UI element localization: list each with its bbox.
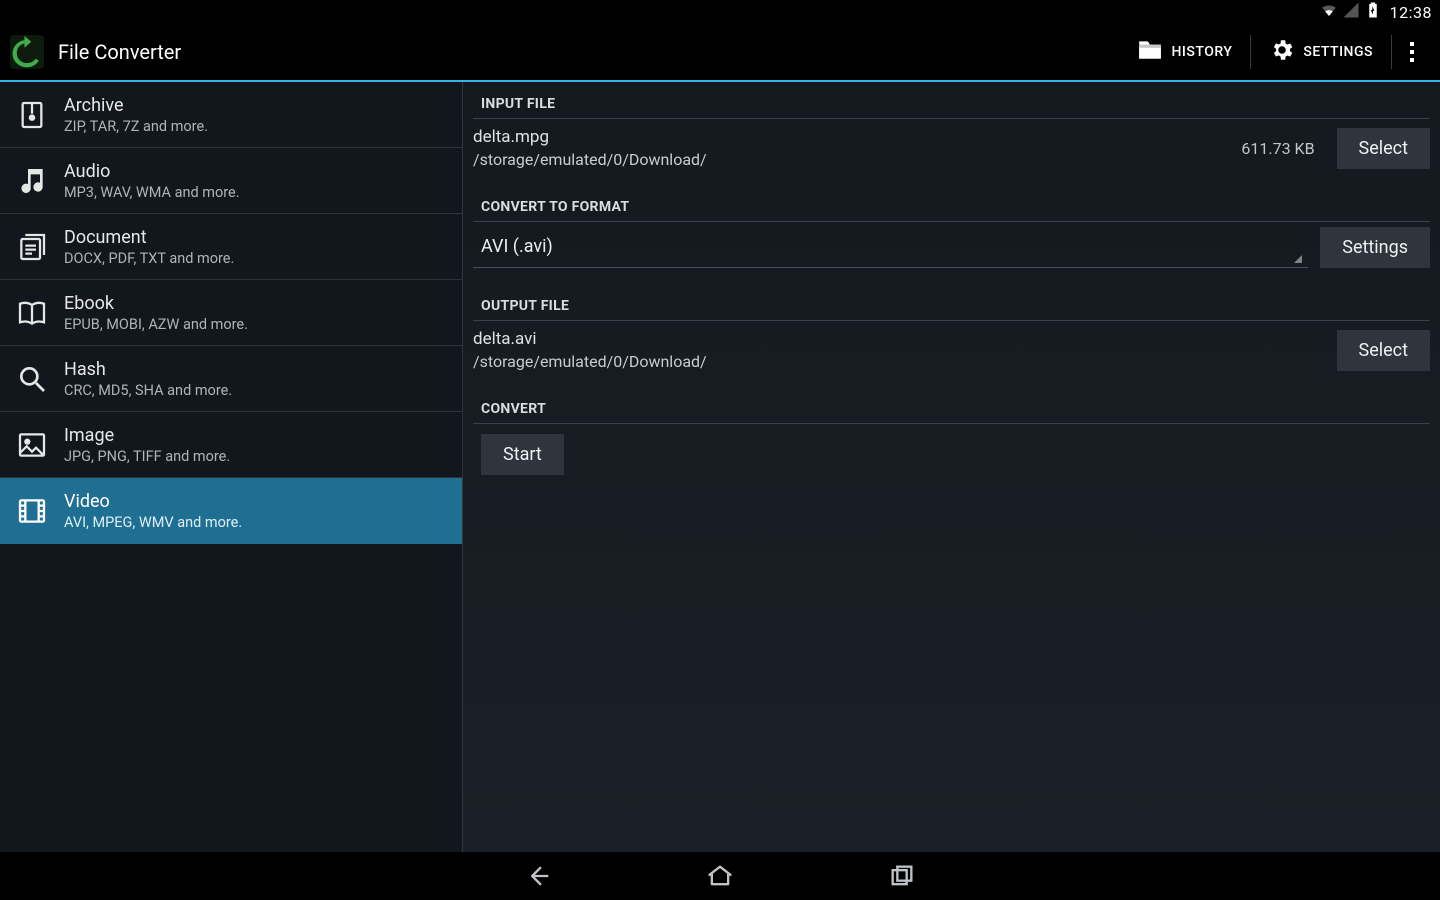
- overflow-menu-button[interactable]: [1392, 23, 1432, 81]
- sidebar-item-label: Video: [64, 491, 242, 512]
- sidebar-item-label: Document: [64, 227, 234, 248]
- main-content: INPUT FILE delta.mpg /storage/emulated/0…: [463, 82, 1440, 852]
- history-button[interactable]: HISTORY: [1119, 23, 1250, 81]
- sidebar-item-hash[interactable]: Hash CRC, MD5, SHA and more.: [0, 346, 462, 412]
- output-file-info: delta.avi /storage/emulated/0/Download/: [473, 329, 1325, 371]
- android-nav-bar: [0, 852, 1440, 900]
- format-row: AVI (.avi) Settings: [473, 224, 1430, 284]
- input-select-button[interactable]: Select: [1337, 128, 1430, 169]
- section-header-format: CONVERT TO FORMAT: [473, 185, 1430, 222]
- sidebar-item-sub: ZIP, TAR, 7Z and more.: [64, 118, 208, 135]
- output-file-row: delta.avi /storage/emulated/0/Download/ …: [473, 323, 1430, 387]
- gear-icon: [1269, 37, 1295, 67]
- input-file-size: 611.73 KB: [1241, 139, 1324, 158]
- sidebar-item-label: Ebook: [64, 293, 248, 314]
- cell-signal-icon: [1342, 1, 1360, 23]
- section-header-convert: CONVERT: [473, 387, 1430, 424]
- sidebar-item-video[interactable]: Video AVI, MPEG, WMV and more.: [0, 478, 462, 544]
- app-title: File Converter: [58, 40, 181, 64]
- sidebar-item-label: Archive: [64, 95, 208, 116]
- convert-row: Start: [473, 426, 1430, 475]
- input-file-name: delta.mpg: [473, 127, 1229, 147]
- format-settings-button[interactable]: Settings: [1320, 227, 1430, 268]
- output-file-path: /storage/emulated/0/Download/: [473, 352, 1325, 371]
- music-note-icon: [14, 163, 50, 199]
- settings-label: SETTINGS: [1303, 44, 1373, 60]
- status-bar: 12:38: [0, 0, 1440, 24]
- app-logo: [8, 33, 46, 71]
- section-header-input: INPUT FILE: [473, 82, 1430, 119]
- book-icon: [14, 295, 50, 331]
- format-value: AVI (.avi): [481, 236, 553, 257]
- nav-back-button[interactable]: [517, 855, 559, 897]
- sidebar-item-sub: JPG, PNG, TIFF and more.: [64, 448, 230, 465]
- section-header-output: OUTPUT FILE: [473, 284, 1430, 321]
- sidebar-item-archive[interactable]: Archive ZIP, TAR, 7Z and more.: [0, 82, 462, 148]
- document-stack-icon: [14, 229, 50, 265]
- wifi-icon: [1320, 1, 1338, 23]
- status-clock: 12:38: [1390, 3, 1432, 22]
- sidebar-item-sub: CRC, MD5, SHA and more.: [64, 382, 232, 399]
- settings-button[interactable]: SETTINGS: [1251, 23, 1391, 81]
- input-file-row: delta.mpg /storage/emulated/0/Download/ …: [473, 121, 1430, 185]
- sidebar-item-audio[interactable]: Audio MP3, WAV, WMA and more.: [0, 148, 462, 214]
- overflow-icon: [1410, 42, 1414, 62]
- battery-charging-icon: [1364, 1, 1382, 23]
- format-spinner[interactable]: AVI (.avi): [473, 226, 1308, 268]
- folder-icon: [1137, 37, 1163, 67]
- image-icon: [14, 427, 50, 463]
- category-sidebar: Archive ZIP, TAR, 7Z and more. Audio MP3…: [0, 82, 463, 852]
- start-button[interactable]: Start: [481, 434, 564, 475]
- sidebar-item-document[interactable]: Document DOCX, PDF, TXT and more.: [0, 214, 462, 280]
- archive-icon: [14, 97, 50, 133]
- sidebar-item-sub: EPUB, MOBI, AZW and more.: [64, 316, 248, 333]
- sidebar-item-image[interactable]: Image JPG, PNG, TIFF and more.: [0, 412, 462, 478]
- nav-home-button[interactable]: [699, 855, 741, 897]
- sidebar-item-sub: MP3, WAV, WMA and more.: [64, 184, 240, 201]
- sidebar-item-ebook[interactable]: Ebook EPUB, MOBI, AZW and more.: [0, 280, 462, 346]
- sidebar-item-label: Audio: [64, 161, 240, 182]
- sidebar-item-sub: AVI, MPEG, WMV and more.: [64, 514, 242, 531]
- film-icon: [14, 493, 50, 529]
- nav-recents-button[interactable]: [881, 855, 923, 897]
- sidebar-item-label: Hash: [64, 359, 232, 380]
- action-bar: File Converter HISTORY SETTINGS: [0, 24, 1440, 82]
- spinner-triangle-icon: [1294, 255, 1302, 263]
- magnifier-icon: [14, 361, 50, 397]
- sidebar-item-sub: DOCX, PDF, TXT and more.: [64, 250, 234, 267]
- output-file-name: delta.avi: [473, 329, 1325, 349]
- input-file-info: delta.mpg /storage/emulated/0/Download/: [473, 127, 1229, 169]
- input-file-path: /storage/emulated/0/Download/: [473, 150, 1229, 169]
- history-label: HISTORY: [1171, 44, 1232, 60]
- sidebar-item-label: Image: [64, 425, 230, 446]
- output-select-button[interactable]: Select: [1337, 330, 1430, 371]
